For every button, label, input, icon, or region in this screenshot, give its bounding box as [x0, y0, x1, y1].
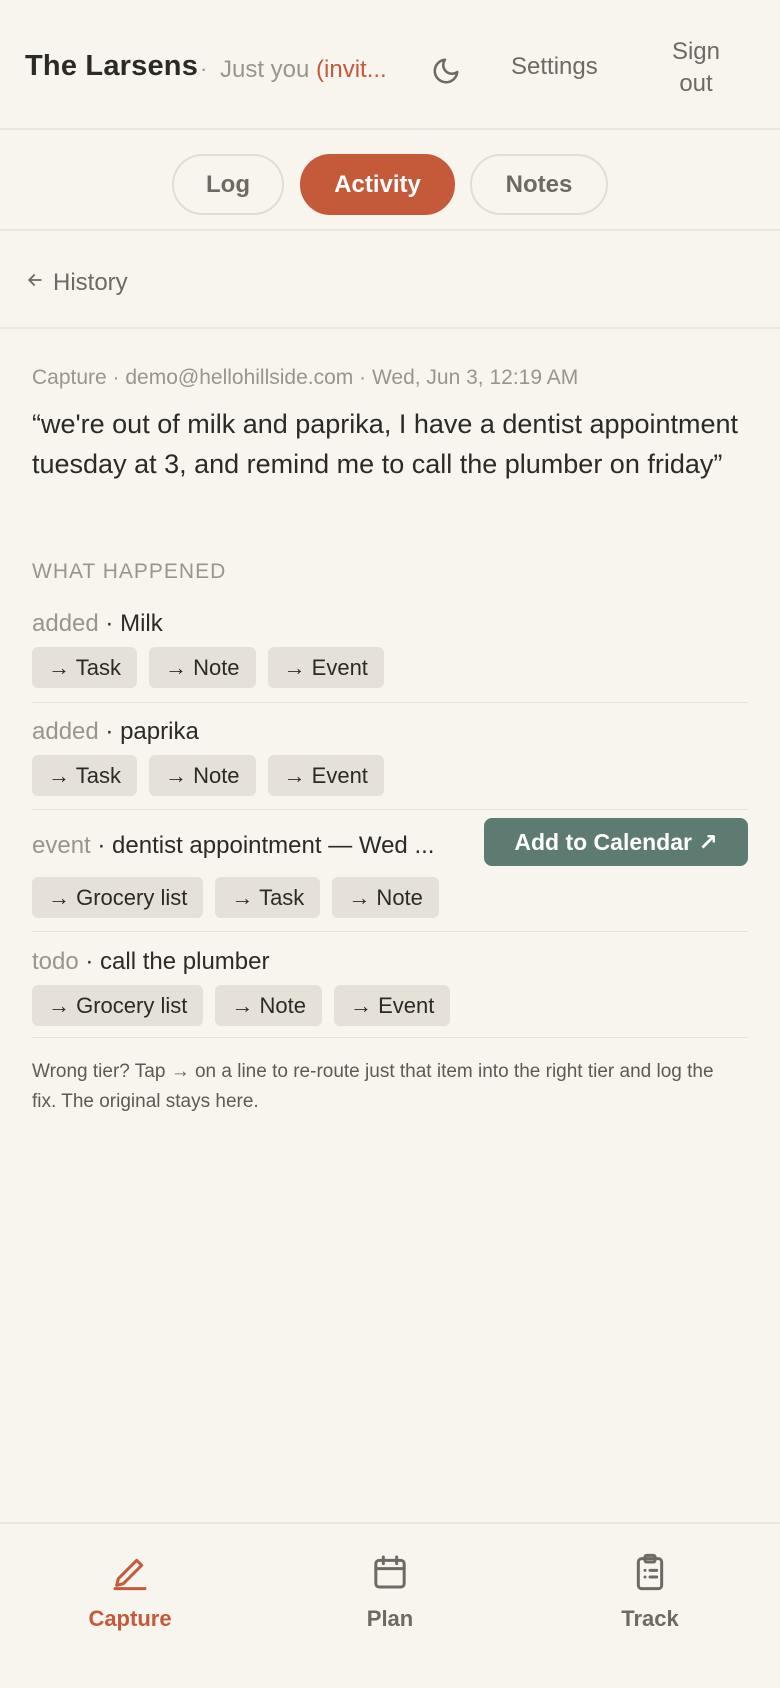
- reroute-chips: → Task → Note → Event: [32, 755, 384, 796]
- what-happened-heading: WHAT HAPPENED: [32, 560, 227, 583]
- tab-notes[interactable]: Notes: [470, 154, 608, 215]
- reroute-help-text: Wrong tier? Tap → on a line to re-route …: [32, 1061, 714, 1112]
- moon-icon[interactable]: [430, 55, 462, 87]
- bottom-nav: Capture Plan Track: [0, 1522, 780, 1688]
- list-item: added · paprika → Task → Note → Event: [32, 718, 748, 810]
- item-text: · call the plumber: [78, 948, 270, 975]
- household-members[interactable]: Just you (invit...: [220, 56, 387, 84]
- clipboard-icon: [630, 1550, 670, 1594]
- top-header: The Larsens · Just you (invit... Setting…: [0, 0, 780, 130]
- reroute-chips: → Grocery list → Note → Event: [32, 985, 451, 1026]
- list-item: added · Milk → Task → Note → Event: [32, 610, 748, 703]
- app-root: The Larsens · Just you (invit... Setting…: [0, 0, 780, 1688]
- item-text: · dentist appointment — Wed ...: [90, 832, 435, 859]
- nav-capture-label: Capture: [88, 1606, 172, 1631]
- invite-link[interactable]: (invit...: [316, 56, 387, 83]
- sign-out-line2: out: [679, 70, 713, 97]
- nav-plan[interactable]: Plan: [320, 1550, 460, 1632]
- reroute-note-button[interactable]: → Note: [148, 647, 256, 688]
- history-bar: History: [0, 233, 780, 329]
- pen-icon: [110, 1550, 150, 1594]
- item-text: · paprika: [98, 718, 199, 745]
- reroute-note-button[interactable]: → Note: [332, 877, 439, 918]
- calendar-icon: [370, 1550, 410, 1594]
- nav-capture[interactable]: Capture: [60, 1550, 200, 1632]
- list-item: event · dentist appointment — Wed ... Ad…: [32, 818, 748, 932]
- nav-track[interactable]: Track: [580, 1550, 720, 1632]
- item-kind: added: [32, 718, 99, 745]
- tab-activity[interactable]: Activity: [300, 154, 455, 215]
- arrow-left-icon: [25, 269, 53, 297]
- settings-link[interactable]: Settings: [511, 53, 598, 81]
- add-to-calendar-button[interactable]: Add to Calendar ↗: [484, 818, 748, 866]
- tab-log[interactable]: Log: [172, 154, 284, 215]
- item-text: · Milk: [98, 610, 163, 637]
- reroute-note-button[interactable]: → Note: [215, 985, 322, 1026]
- members-text: Just you: [220, 56, 317, 83]
- item-line: event · dentist appointment — Wed ...: [32, 832, 434, 860]
- sign-out-link[interactable]: Sign out: [668, 36, 724, 100]
- item-kind: todo: [32, 948, 79, 975]
- reroute-event-button[interactable]: → Event: [333, 985, 451, 1026]
- capture-meta: Capture · demo@hellohillside.com · Wed, …: [32, 366, 579, 389]
- view-tabs: Log Activity Notes: [0, 131, 780, 231]
- item-line: added · paprika: [32, 718, 199, 746]
- reroute-event-button[interactable]: → Event: [267, 755, 384, 796]
- reroute-chips: → Grocery list → Task → Note: [32, 877, 439, 918]
- reroute-task-button[interactable]: → Task: [32, 647, 137, 688]
- reroute-event-button[interactable]: → Event: [267, 647, 384, 688]
- sign-out-line1: Sign: [671, 38, 721, 65]
- reroute-note-button[interactable]: → Note: [148, 755, 256, 796]
- item-kind: added: [32, 610, 99, 637]
- household-name[interactable]: The Larsens: [25, 50, 198, 83]
- history-back-link[interactable]: History: [25, 269, 128, 297]
- reroute-chips: → Task → Note → Event: [32, 647, 384, 688]
- capture-quote: “we're out of milk and paprika, I have a…: [32, 409, 739, 479]
- reroute-task-button[interactable]: → Task: [215, 877, 321, 918]
- history-label: History: [53, 269, 128, 296]
- item-line: added · Milk: [32, 610, 163, 638]
- nav-track-label: Track: [621, 1606, 679, 1631]
- reroute-grocery-button[interactable]: → Grocery list: [32, 877, 204, 918]
- reroute-grocery-button[interactable]: → Grocery list: [32, 985, 204, 1026]
- list-item: todo · call the plumber → Grocery list →…: [32, 948, 748, 1038]
- item-kind: event: [32, 832, 91, 859]
- reroute-task-button[interactable]: → Task: [32, 755, 137, 796]
- header-separator: ·: [200, 56, 208, 81]
- nav-plan-label: Plan: [366, 1606, 414, 1631]
- item-line: todo · call the plumber: [32, 948, 269, 976]
